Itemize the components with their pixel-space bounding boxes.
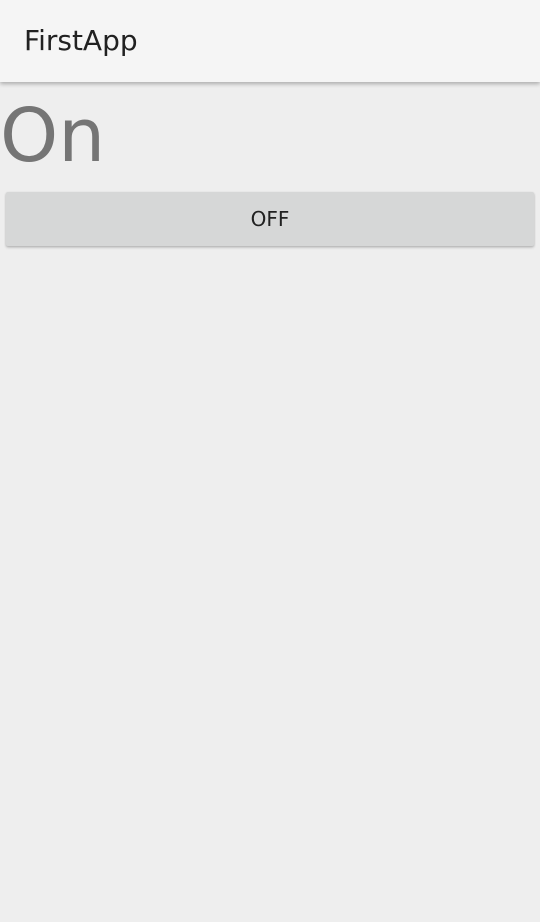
app-title: FirstApp (24, 24, 138, 57)
app-bar: FirstApp (0, 0, 540, 82)
app-screen: FirstApp On OFF (0, 0, 540, 922)
main-content: On OFF (0, 82, 540, 922)
off-button[interactable]: OFF (6, 192, 534, 246)
status-text: On (0, 93, 106, 179)
